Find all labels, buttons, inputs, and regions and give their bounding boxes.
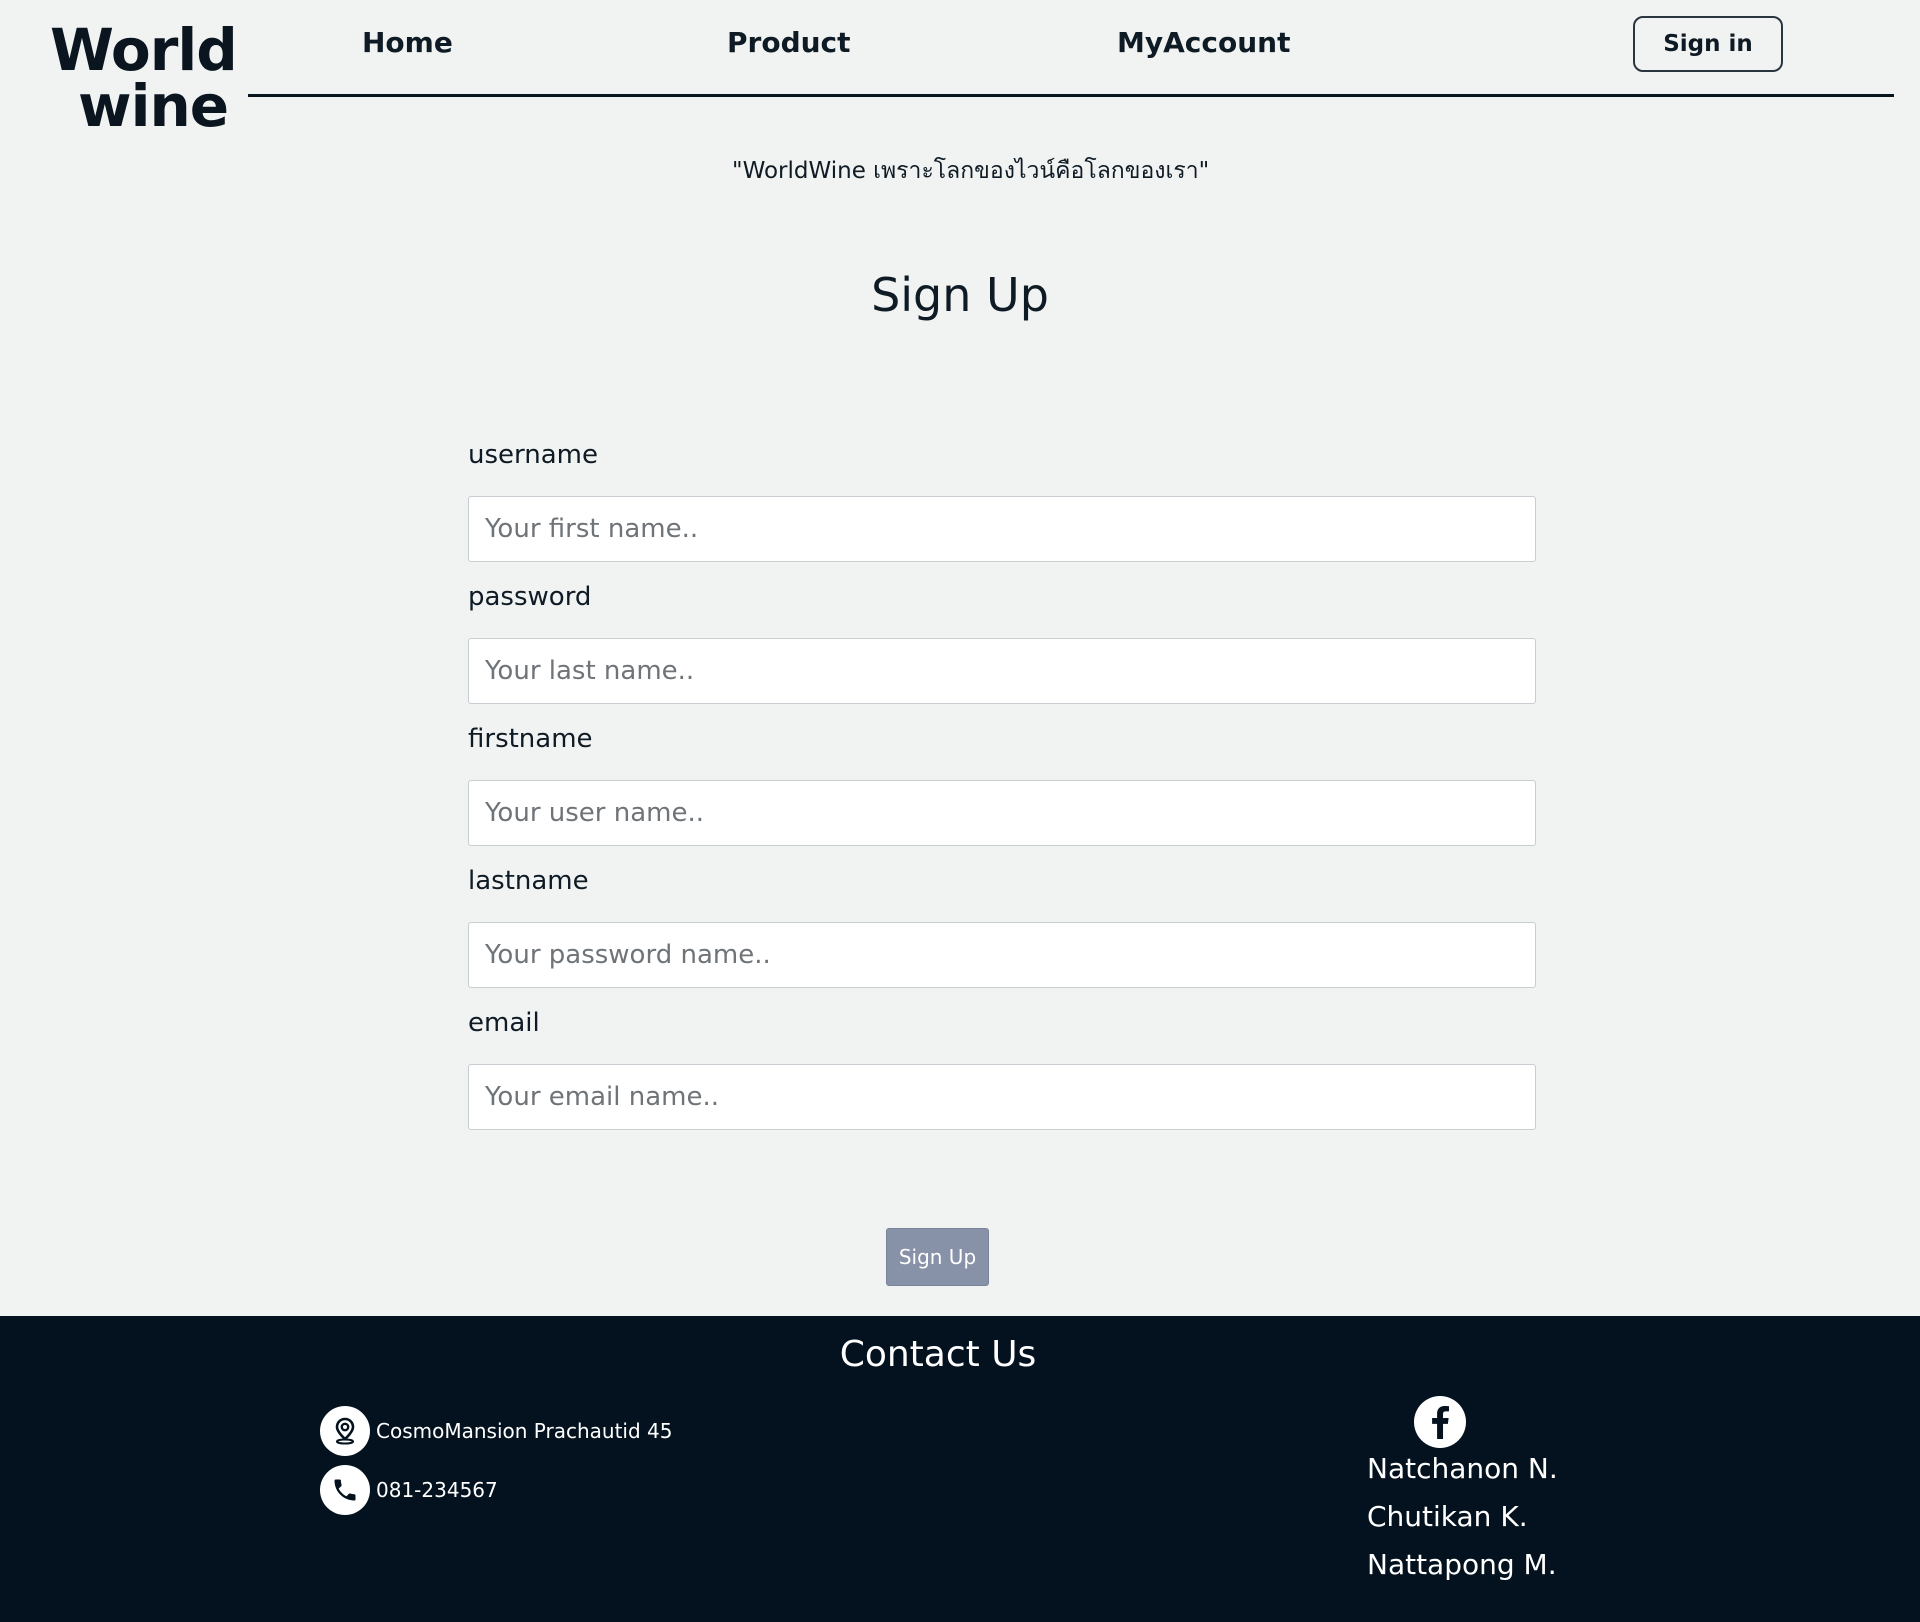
map-pin-icon: [320, 1406, 370, 1456]
nav-myaccount-link[interactable]: MyAccount: [1117, 26, 1290, 59]
nav-home-link[interactable]: Home: [362, 26, 453, 59]
email-input[interactable]: [468, 1064, 1536, 1130]
page-title: Sign Up: [871, 268, 1049, 322]
password-label: password: [468, 582, 592, 612]
firstname-label: firstname: [468, 724, 593, 754]
logo[interactable]: World wine: [50, 16, 238, 140]
member-name: Nattapong M.: [1367, 1548, 1557, 1581]
password-input[interactable]: [468, 638, 1536, 704]
header-divider: [248, 94, 1894, 97]
member-list: Natchanon N. Chutikan K. Nattapong M.: [1367, 1445, 1558, 1589]
firstname-input[interactable]: [468, 780, 1536, 846]
username-label: username: [468, 440, 598, 470]
phone-icon: [320, 1465, 370, 1515]
logo-line-1: World: [50, 16, 238, 84]
phone-text: 081-234567: [376, 1478, 498, 1502]
lastname-label: lastname: [468, 866, 589, 896]
signup-form: username password firstname lastname ema…: [468, 436, 1536, 1146]
lastname-input[interactable]: [468, 922, 1536, 988]
sign-up-button[interactable]: Sign Up: [886, 1228, 989, 1286]
nav-product-link[interactable]: Product: [727, 26, 851, 59]
address-row: CosmoMansion Prachautid 45: [320, 1406, 672, 1456]
contact-us-title: Contact Us: [839, 1334, 1037, 1375]
member-name: Chutikan K.: [1367, 1500, 1528, 1533]
footer: Contact Us CosmoMansion Prachautid 45 08…: [0, 1316, 1920, 1622]
email-label: email: [468, 1008, 540, 1038]
facebook-icon[interactable]: [1414, 1396, 1466, 1448]
tagline: "WorldWine เพราะโลกของไวน์คือโลกของเรา": [732, 158, 1210, 184]
member-name: Natchanon N.: [1367, 1452, 1558, 1485]
sign-in-button[interactable]: Sign in: [1633, 16, 1783, 72]
phone-row: 081-234567: [320, 1465, 498, 1515]
logo-line-2: wine: [78, 72, 229, 140]
username-input[interactable]: [468, 496, 1536, 562]
address-text: CosmoMansion Prachautid 45: [376, 1419, 673, 1443]
